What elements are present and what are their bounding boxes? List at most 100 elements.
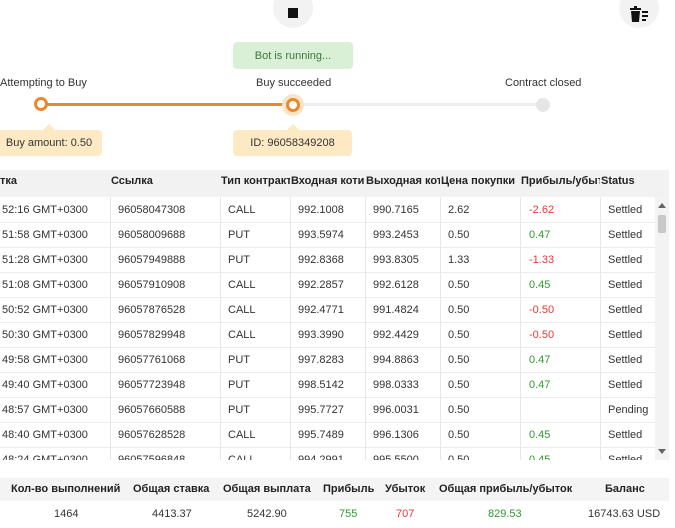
column-divider xyxy=(110,297,111,322)
cell-status: Settled xyxy=(608,429,643,441)
column-divider xyxy=(440,322,441,347)
column-divider xyxy=(520,197,521,222)
table-row[interactable]: 51:28 GMT+0300 96057949888 PUT 992.8368 993.… xyxy=(0,247,655,273)
column-divider xyxy=(600,447,601,460)
cell-contract-type: CALL xyxy=(228,454,256,460)
cell-exit-spot: 994.8863 xyxy=(373,354,419,366)
column-divider xyxy=(600,297,601,322)
summary-won-value: 755 xyxy=(339,508,358,520)
cell-profit-loss: 0.45 xyxy=(529,454,551,460)
cell-entry-spot: 994.2991 xyxy=(298,454,344,460)
table-row[interactable]: 48:24 GMT+0300 96057596848 CALL 994.2991 995… xyxy=(0,447,655,460)
cell-exit-spot: 990.7165 xyxy=(373,204,419,216)
stop-button[interactable] xyxy=(273,0,313,28)
column-divider xyxy=(220,322,221,347)
table-scrollbar[interactable] xyxy=(655,197,669,460)
summary-header-balance: Баланс xyxy=(605,483,645,495)
col-header-contract-type: Тип контракта xyxy=(221,175,290,187)
table-row[interactable]: 50:30 GMT+0300 96057829948 CALL 993.3990 992… xyxy=(0,322,655,348)
table-row[interactable]: 48:40 GMT+0300 96057628528 CALL 995.7489 996… xyxy=(0,422,655,448)
progress-track-complete xyxy=(41,103,293,106)
col-header-reference: Ссылка xyxy=(111,175,153,187)
scroll-up-arrow-icon[interactable] xyxy=(658,203,666,208)
summary-runs-value: 1464 xyxy=(54,508,79,520)
cell-time: 51:28 GMT+0300 xyxy=(2,254,88,266)
cell-reference: 96057949888 xyxy=(118,254,186,266)
column-divider xyxy=(220,272,221,297)
table-row[interactable]: 51:58 GMT+0300 96058009688 PUT 993.5974 993.… xyxy=(0,222,655,248)
scroll-down-arrow-icon[interactable] xyxy=(658,449,666,454)
cell-status: Settled xyxy=(608,304,643,316)
cell-buy-price: 2.62 xyxy=(448,204,470,216)
column-divider xyxy=(110,222,111,247)
table-row[interactable]: 48:57 GMT+0300 96057660588 PUT 995.7727 996.… xyxy=(0,397,655,423)
table-row[interactable]: 50:52 GMT+0300 96057876528 CALL 992.4771 991… xyxy=(0,297,655,323)
column-divider xyxy=(220,397,221,422)
step-label-contract-closed: Contract closed xyxy=(505,77,582,89)
summary-balance-value: 16743.63 USD xyxy=(588,508,661,520)
cell-exit-spot: 992.6128 xyxy=(373,279,419,291)
cell-exit-spot: 991.4824 xyxy=(373,304,419,316)
column-divider xyxy=(520,322,521,347)
cell-status: Settled xyxy=(608,454,643,460)
transactions-table-body[interactable]: 52:16 GMT+0300 96058047308 CALL 992.1008 990… xyxy=(0,197,655,460)
table-row[interactable]: 52:16 GMT+0300 96058047308 CALL 992.1008 990… xyxy=(0,197,655,223)
summary-header-total-stake: Общая ставка xyxy=(133,483,210,495)
column-divider xyxy=(220,297,221,322)
column-divider xyxy=(290,397,291,422)
cell-profit-loss: 0.45 xyxy=(529,279,551,291)
column-divider xyxy=(440,372,441,397)
cell-profit-loss: 0.47 xyxy=(529,354,551,366)
cell-status: Settled xyxy=(608,254,643,266)
column-divider xyxy=(290,297,291,322)
column-divider xyxy=(600,322,601,347)
cell-time: 49:40 GMT+0300 xyxy=(2,379,88,391)
column-divider xyxy=(220,247,221,272)
delete-button[interactable] xyxy=(619,0,659,28)
cell-buy-price: 0.50 xyxy=(448,229,470,241)
column-divider xyxy=(600,222,601,247)
table-row[interactable]: 51:08 GMT+0300 96057910908 CALL 992.2857 992… xyxy=(0,272,655,298)
cell-contract-type: CALL xyxy=(228,329,256,341)
column-divider xyxy=(600,422,601,447)
step-dot-attempting xyxy=(34,97,48,111)
table-row[interactable]: 49:58 GMT+0300 96057761068 PUT 997.8283 994.… xyxy=(0,347,655,373)
column-divider xyxy=(365,422,366,447)
column-divider xyxy=(600,272,601,297)
cell-reference: 96057723948 xyxy=(118,379,186,391)
summary-total-stake-value: 4413.37 xyxy=(152,508,192,520)
cell-reference: 96057829948 xyxy=(118,329,186,341)
column-divider xyxy=(520,397,521,422)
column-divider xyxy=(365,197,366,222)
table-row[interactable]: 49:40 GMT+0300 96057723948 PUT 998.5142 998.… xyxy=(0,372,655,398)
scrollbar-thumb[interactable] xyxy=(658,215,666,233)
cell-entry-spot: 998.5142 xyxy=(298,379,344,391)
cell-time: 49:58 GMT+0300 xyxy=(2,354,88,366)
column-divider xyxy=(290,347,291,372)
column-divider xyxy=(600,372,601,397)
column-divider xyxy=(110,372,111,397)
cell-reference: 96057660588 xyxy=(118,404,186,416)
column-divider xyxy=(440,197,441,222)
column-divider xyxy=(440,397,441,422)
stop-icon xyxy=(288,8,298,18)
column-divider xyxy=(220,222,221,247)
cell-buy-price: 1.33 xyxy=(448,254,470,266)
column-divider xyxy=(365,347,366,372)
cell-status: Settled xyxy=(608,204,643,216)
column-divider xyxy=(110,272,111,297)
column-divider xyxy=(220,372,221,397)
summary-header-total-payout: Общая выплата xyxy=(223,483,311,495)
cell-exit-spot: 996.0031 xyxy=(373,404,419,416)
cell-entry-spot: 993.3990 xyxy=(298,329,344,341)
cell-time: 50:30 GMT+0300 xyxy=(2,329,88,341)
summary-header: Кол-во выполнений Общая ставка Общая вып… xyxy=(0,478,669,501)
cell-entry-spot: 995.7489 xyxy=(298,429,344,441)
cell-buy-price: 0.50 xyxy=(448,304,470,316)
cell-reference: 96057876528 xyxy=(118,304,186,316)
cell-contract-type: CALL xyxy=(228,204,256,216)
cell-contract-type: PUT xyxy=(228,254,250,266)
cell-time: 48:40 GMT+0300 xyxy=(2,429,88,441)
step-label-attempting: Attempting to Buy xyxy=(0,77,87,89)
column-divider xyxy=(600,347,601,372)
